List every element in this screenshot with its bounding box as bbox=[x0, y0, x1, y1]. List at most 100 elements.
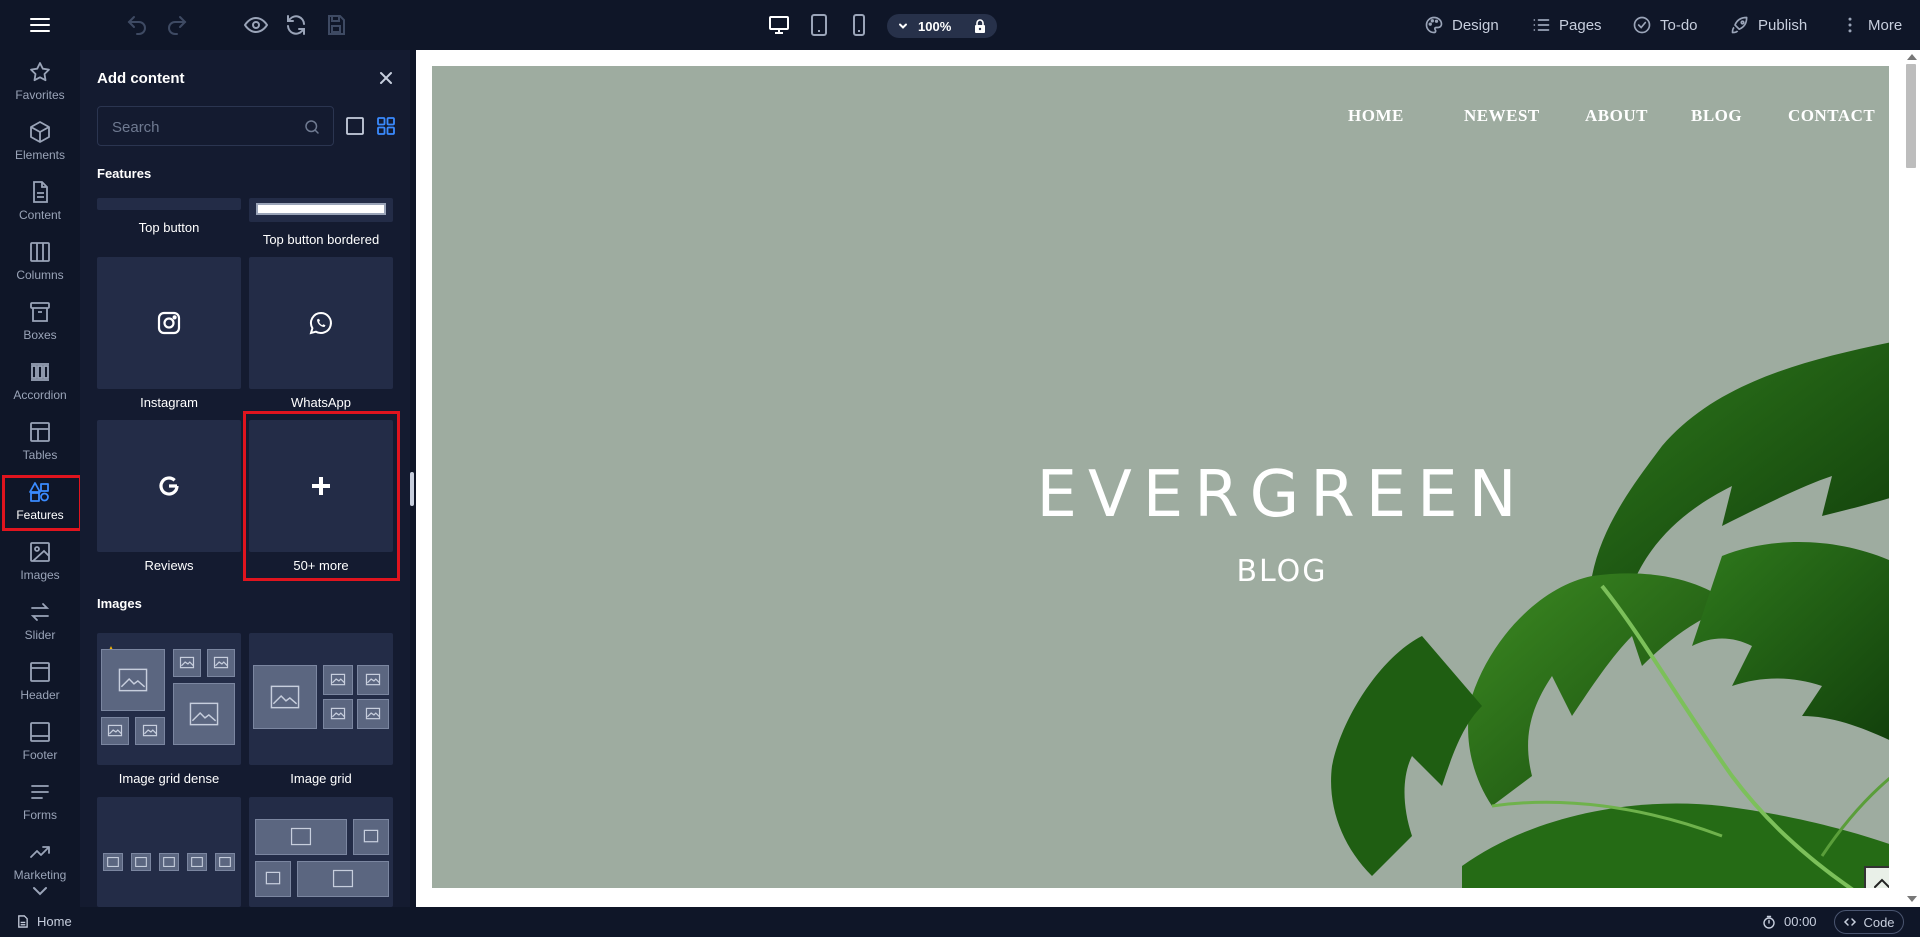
nav-home[interactable]: HOME bbox=[1348, 106, 1404, 126]
refresh-icon[interactable] bbox=[284, 13, 308, 37]
grid-view-icon[interactable] bbox=[375, 115, 397, 137]
image-placeholder-icon bbox=[131, 853, 151, 871]
tile-instagram[interactable] bbox=[97, 257, 241, 389]
tile-label: 50+ more bbox=[293, 558, 349, 573]
nav-contact[interactable]: CONTACT bbox=[1788, 106, 1875, 126]
palette-icon bbox=[1425, 16, 1443, 34]
search-input[interactable] bbox=[112, 117, 292, 137]
tile-reviews[interactable] bbox=[97, 420, 241, 552]
lock-icon[interactable] bbox=[972, 18, 988, 34]
more-menu[interactable]: More bbox=[1840, 13, 1902, 37]
sidebar-item-label: Elements bbox=[14, 148, 66, 162]
tile-image-row[interactable] bbox=[97, 797, 241, 907]
sidebar-item-images[interactable]: Images bbox=[0, 534, 80, 592]
nav-blog[interactable]: BLOG bbox=[1691, 106, 1742, 126]
zoom-control[interactable]: 100% bbox=[887, 14, 997, 38]
more-vertical-icon bbox=[1848, 17, 1852, 33]
sidebar-item-footer[interactable]: Footer bbox=[0, 714, 80, 772]
sidebar-item-label: Columns bbox=[16, 268, 64, 282]
todo-menu[interactable]: To-do bbox=[1632, 13, 1698, 37]
tile-whatsapp[interactable] bbox=[249, 257, 393, 389]
image-placeholder-icon bbox=[357, 699, 389, 729]
chevron-down-icon[interactable] bbox=[30, 884, 50, 898]
plus-icon bbox=[308, 473, 334, 499]
tile-label: WhatsApp bbox=[291, 395, 351, 410]
current-page-label: Home bbox=[37, 914, 72, 929]
scroll-down-arrow[interactable] bbox=[1907, 896, 1917, 902]
sidebar-item-label: Favorites bbox=[15, 88, 65, 102]
sidebar-item-label: Tables bbox=[22, 448, 58, 462]
page-canvas: HOME NEWEST ABOUT BLOG CONTACT EVERGREEN… bbox=[416, 50, 1920, 907]
pages-menu[interactable]: Pages bbox=[1531, 13, 1602, 37]
sidebar-item-label: Slider bbox=[24, 628, 56, 642]
current-page-indicator[interactable]: Home bbox=[16, 914, 72, 929]
tile-more-features[interactable] bbox=[249, 420, 393, 552]
tile-image-mosaic[interactable] bbox=[249, 797, 393, 907]
nav-newest[interactable]: NEWEST bbox=[1464, 106, 1540, 126]
tile-top-button-bordered[interactable] bbox=[249, 198, 393, 222]
image-placeholder-icon bbox=[135, 717, 165, 745]
sidebar-item-content[interactable]: Content bbox=[0, 174, 80, 232]
page-icon bbox=[18, 915, 28, 928]
image-placeholder-icon bbox=[173, 683, 235, 745]
check-circle-icon bbox=[1633, 16, 1651, 34]
image-placeholder-icon bbox=[353, 819, 389, 855]
google-g-icon bbox=[156, 473, 182, 499]
sidebar-item-favorites[interactable]: Favorites bbox=[0, 54, 80, 112]
sidebar-item-label: Features bbox=[16, 508, 64, 522]
sidebar-item-elements[interactable]: Elements bbox=[0, 114, 80, 172]
undo-icon[interactable] bbox=[125, 13, 149, 37]
save-icon[interactable] bbox=[324, 13, 348, 37]
monstera-leaf-image bbox=[1331, 342, 1889, 888]
sidebar-item-accordion[interactable]: Accordion bbox=[0, 354, 80, 412]
scroll-to-top-button[interactable] bbox=[1864, 866, 1889, 888]
publish-menu-label: Publish bbox=[1758, 16, 1808, 34]
canvas-scrollbar[interactable] bbox=[1902, 50, 1920, 907]
tile-label: Instagram bbox=[140, 395, 198, 410]
star-icon bbox=[30, 62, 50, 82]
image-placeholder-icon bbox=[255, 861, 291, 897]
sidebar-item-label: Marketing bbox=[13, 868, 67, 882]
tile-top-button[interactable] bbox=[97, 198, 241, 210]
image-placeholder-icon bbox=[207, 649, 235, 677]
desktop-view-icon[interactable] bbox=[767, 13, 791, 37]
image-placeholder-icon bbox=[255, 819, 347, 855]
status-bar: Home 00:00 Code bbox=[0, 907, 1920, 937]
tablet-view-icon[interactable] bbox=[807, 13, 831, 37]
columns-icon bbox=[30, 242, 50, 262]
hamburger-menu-icon[interactable] bbox=[28, 13, 52, 37]
tile-image-grid-dense[interactable] bbox=[97, 633, 241, 765]
image-placeholder-icon bbox=[253, 665, 317, 729]
sidebar-item-slider[interactable]: Slider bbox=[0, 594, 80, 652]
slider-icon bbox=[30, 603, 50, 621]
document-icon bbox=[33, 181, 48, 203]
image-placeholder-icon bbox=[323, 699, 353, 729]
box-icon bbox=[30, 302, 50, 322]
nav-about[interactable]: ABOUT bbox=[1585, 106, 1648, 126]
site-title: EVERGREEN bbox=[1036, 458, 1528, 532]
search-field bbox=[97, 106, 334, 146]
design-menu[interactable]: Design bbox=[1424, 13, 1499, 37]
sidebar-item-forms[interactable]: Forms bbox=[0, 774, 80, 832]
publish-menu[interactable]: Publish bbox=[1730, 13, 1807, 37]
sidebar-item-features[interactable]: Features bbox=[0, 474, 80, 532]
redo-icon[interactable] bbox=[165, 13, 189, 37]
sidebar-item-columns[interactable]: Columns bbox=[0, 234, 80, 292]
preview-eye-icon[interactable] bbox=[244, 13, 268, 37]
scrollbar-thumb[interactable] bbox=[1906, 64, 1916, 168]
image-placeholder-icon bbox=[101, 717, 129, 745]
panel-resize-handle[interactable] bbox=[410, 472, 414, 506]
code-button[interactable]: Code bbox=[1834, 910, 1904, 934]
sidebar-item-tables[interactable]: Tables bbox=[0, 414, 80, 472]
list-view-icon[interactable] bbox=[344, 115, 366, 137]
mobile-view-icon[interactable] bbox=[847, 13, 871, 37]
tile-image-grid[interactable] bbox=[249, 633, 393, 765]
sidebar-item-label: Footer bbox=[22, 748, 58, 762]
sidebar-item-header[interactable]: Header bbox=[0, 654, 80, 712]
scroll-up-arrow[interactable] bbox=[1907, 54, 1917, 60]
close-icon[interactable] bbox=[376, 68, 396, 88]
rocket-icon bbox=[1731, 16, 1748, 34]
sidebar-item-label: Accordion bbox=[13, 388, 67, 402]
sidebar-item-boxes[interactable]: Boxes bbox=[0, 294, 80, 352]
hero-section[interactable]: HOME NEWEST ABOUT BLOG CONTACT EVERGREEN… bbox=[432, 66, 1889, 888]
